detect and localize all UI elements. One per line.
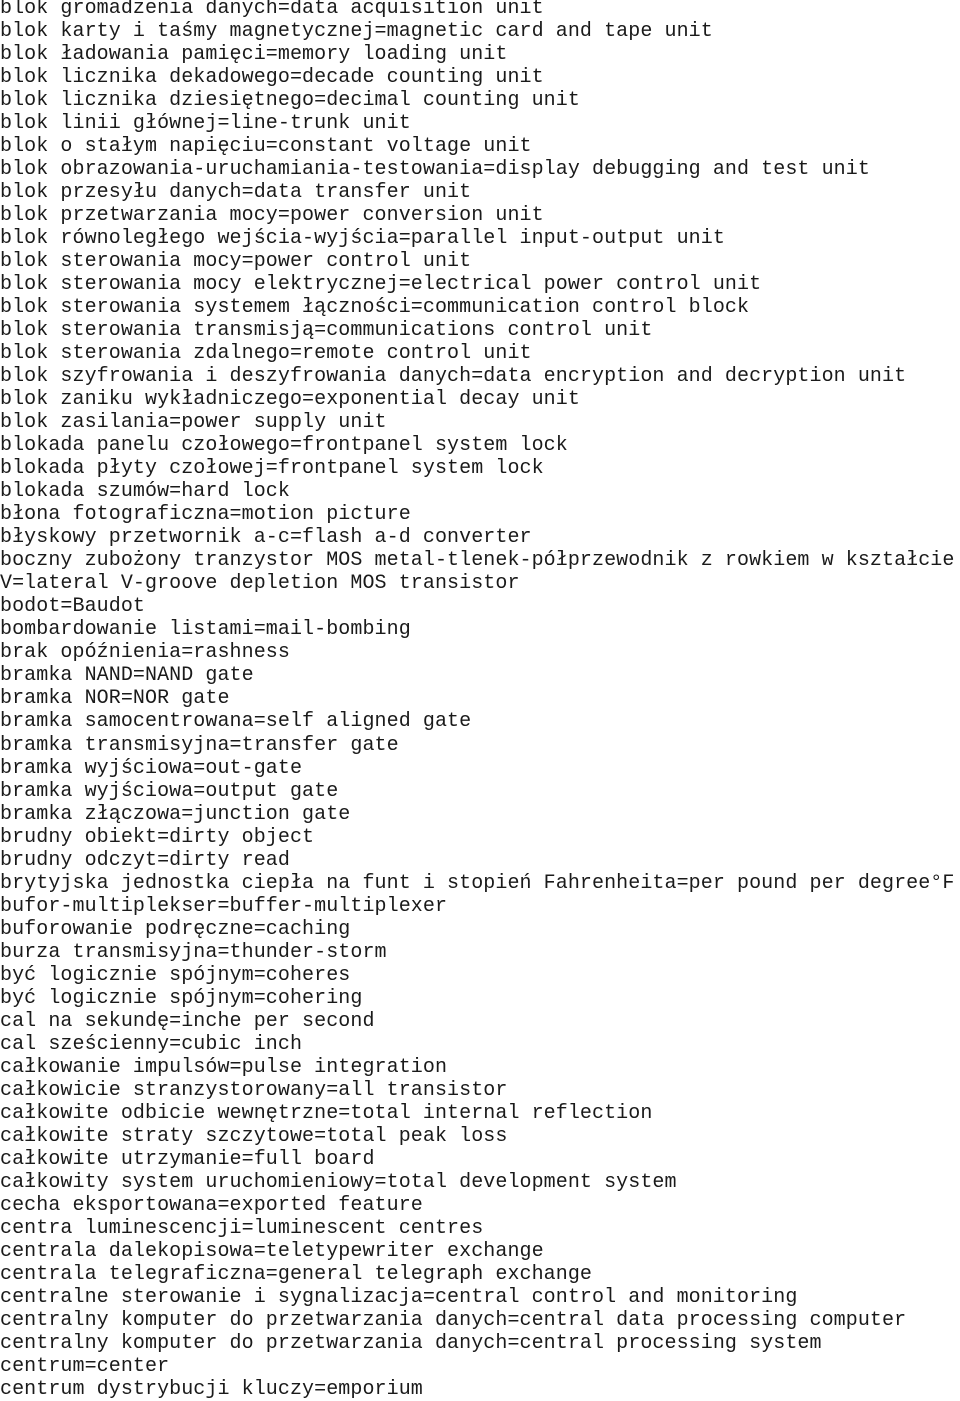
glossary-entry: blok licznika dziesiętnego=decimal count… (0, 89, 580, 113)
glossary-entry: blok sterowania systemem łączności=commu… (0, 296, 750, 320)
glossary-entry: burza transmisyjna=thunder-storm (0, 940, 387, 964)
glossary-entry: boczny zubożony tranzystor MOS metal-tle… (0, 549, 955, 573)
glossary-entry: blok zasilania=power supply unit (0, 411, 387, 435)
glossary-entry: bodot=Baudot (0, 595, 145, 619)
glossary-entry: całkowite odbicie wewnętrzne=total inter… (0, 1101, 653, 1125)
glossary-entry: blok licznika dekadowego=decade counting… (0, 66, 544, 90)
glossary-entry: blokada panelu czołowego=frontpanel syst… (0, 434, 568, 458)
glossary-entry: brytyjska jednostka ciepła na funt i sto… (0, 871, 955, 895)
glossary-entry: bramka wyjściowa=output gate (0, 779, 339, 803)
glossary-entry: bramka NAND=NAND gate (0, 664, 254, 688)
glossary-entry: blok linii głównej=line-trunk unit (0, 112, 411, 136)
glossary-entry: być logicznie spójnym=coheres (0, 963, 351, 987)
glossary-entry: blok sterowania transmisją=communication… (0, 319, 653, 343)
glossary-entry: centralny komputer do przetwarzania dany… (0, 1308, 907, 1332)
glossary-entry: blok o stałym napięciu=constant voltage … (0, 135, 532, 159)
glossary-entry: blokada płyty czołowej=frontpanel system… (0, 457, 544, 481)
glossary-entry: brudny obiekt=dirty object (0, 825, 315, 849)
glossary-entry: blok sterowania mocy elektrycznej=electr… (0, 273, 762, 297)
glossary-entry: brudny odczyt=dirty read (0, 848, 290, 872)
glossary-entry: blok obrazowania-uruchamiania-testowania… (0, 158, 870, 182)
glossary-entry: bramka złączowa=junction gate (0, 802, 351, 826)
glossary-entry: centrala telegraficzna=general telegraph… (0, 1262, 593, 1286)
glossary-entry: centrala dalekopisowa=teletypewriter exc… (0, 1239, 544, 1263)
glossary-entry: całkowite straty szczytowe=total peak lo… (0, 1124, 508, 1148)
glossary-entry: bramka NOR=NOR gate (0, 687, 230, 711)
glossary-entry: bufor-multiplekser=buffer-multiplexer (0, 894, 448, 918)
glossary-entry: całkowity system uruchomieniowy=total de… (0, 1170, 677, 1194)
glossary-entry: blok przesyłu danych=data transfer unit (0, 181, 472, 205)
glossary-entry: blokada szumów=hard lock (0, 480, 290, 504)
glossary-entry: centralny komputer do przetwarzania dany… (0, 1331, 822, 1355)
glossary-entry: bramka transmisyjna=transfer gate (0, 733, 399, 757)
glossary-entry: błona fotograficzna=motion picture (0, 503, 411, 527)
glossary-entry: brak opóźnienia=rashness (0, 641, 290, 665)
glossary-entry: blok sterowania mocy=power control unit (0, 250, 472, 274)
glossary-entry: całkowite utrzymanie=full board (0, 1147, 375, 1171)
glossary-entry: buforowanie podręczne=caching (0, 917, 351, 941)
glossary-entry: blok równoległego wejścia-wyjścia=parall… (0, 227, 725, 251)
glossary-entry: blok ładowania pamięci=memory loading un… (0, 43, 508, 67)
glossary-entry: blok karty i taśmy magnetycznej=magnetic… (0, 20, 713, 44)
glossary-entry: bombardowanie listami=mail-bombing (0, 618, 411, 642)
glossary-entry: bramka wyjściowa=out-gate (0, 756, 303, 780)
glossary-entry: blok zaniku wykładniczego=exponential de… (0, 388, 580, 412)
glossary-entry: blok gromadzenia danych=data acquisition… (0, 0, 544, 20)
glossary-entry: centrum dystrybucji kluczy=emporium (0, 1377, 423, 1401)
glossary-entry: cal na sekundę=inche per second (0, 1009, 375, 1033)
glossary-entry: bramka samocentrowana=self aligned gate (0, 710, 472, 734)
glossary-entry: cecha eksportowana=exported feature (0, 1193, 423, 1217)
glossary-entry: centra luminescencji=luminescent centres (0, 1216, 484, 1240)
glossary-entry: całkowicie stranzystorowany=all transist… (0, 1078, 508, 1102)
glossary-entry: centrum=center (0, 1354, 170, 1378)
glossary-entry: centralne sterowanie i sygnalizacja=cent… (0, 1285, 798, 1309)
glossary-entry: być logicznie spójnym=cohering (0, 986, 363, 1010)
glossary-entry: całkowanie impulsów=pulse integration (0, 1055, 448, 1079)
glossary-entry: błyskowy przetwornik a-c=flash a-d conve… (0, 526, 532, 550)
glossary-document: blok gromadzenia danych=data acquisition… (0, 0, 960, 1401)
glossary-entry-continuation: V=lateral V-groove depletion MOS transis… (0, 572, 520, 596)
glossary-entry: cal sześcienny=cubic inch (0, 1032, 303, 1056)
glossary-entry: blok szyfrowania i deszyfrowania danych=… (0, 365, 907, 389)
glossary-entry: blok sterowania zdalnego=remote control … (0, 342, 532, 366)
glossary-entry: blok przetwarzania mocy=power conversion… (0, 204, 544, 228)
